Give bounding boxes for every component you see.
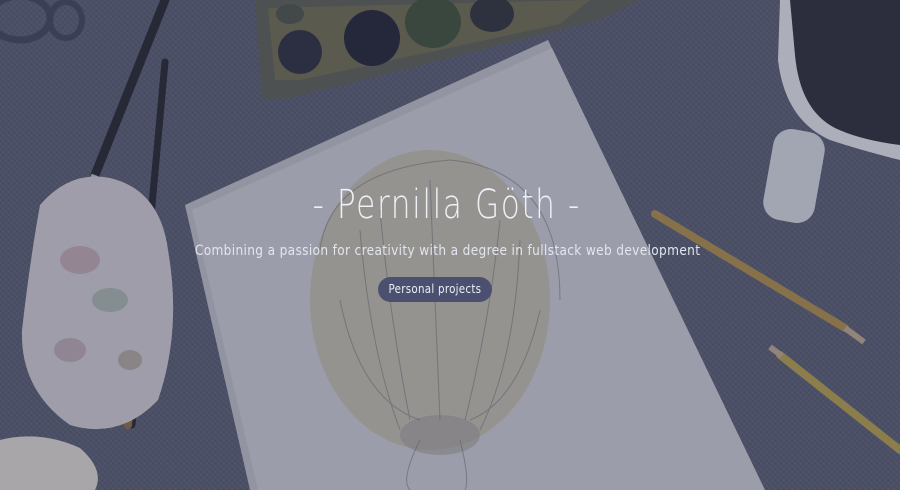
hero-title: - Pernilla Göth - [312,182,581,228]
personal-projects-button[interactable]: Personal projects [378,277,492,302]
hero-subtitle: Combining a passion for creativity with … [194,243,701,259]
hero-section: - Pernilla Göth - Combining a passion fo… [0,0,900,490]
personal-projects-button-label: Personal projects [388,282,482,296]
